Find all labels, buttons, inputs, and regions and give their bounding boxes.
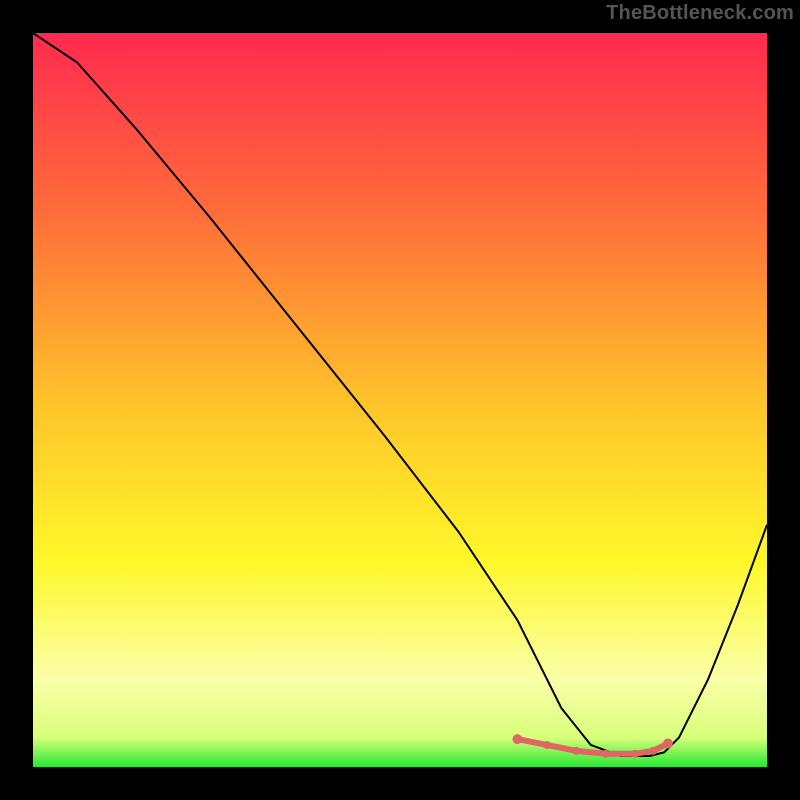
chart-frame: TheBottleneck.com	[0, 0, 800, 800]
highlight-point-5	[649, 747, 657, 755]
highlight-point-0	[512, 734, 522, 744]
chart-svg	[33, 33, 767, 767]
watermark-text: TheBottleneck.com	[606, 2, 794, 25]
gradient-background	[33, 33, 767, 767]
plot-area	[33, 33, 767, 767]
highlight-point-3	[602, 750, 610, 758]
highlight-point-4	[631, 750, 639, 758]
highlight-point-2	[572, 747, 580, 755]
highlight-segment-2	[576, 751, 605, 754]
highlight-point-6	[663, 739, 673, 749]
highlight-point-1	[543, 741, 551, 749]
